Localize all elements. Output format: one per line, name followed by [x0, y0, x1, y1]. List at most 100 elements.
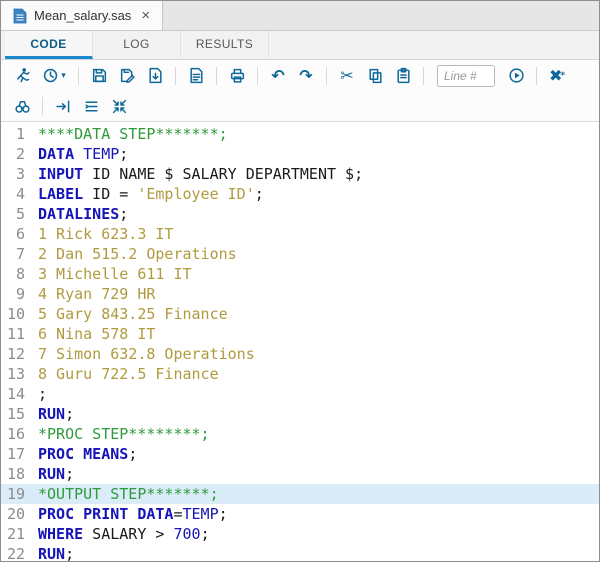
- sas-studio-editor-window: Mean_salary.sas × CODE LOG RESULTS ▾: [0, 0, 600, 562]
- redo-button[interactable]: ↷: [293, 63, 319, 89]
- code-lines: 1****DATA STEP*******;2DATA TEMP;3INPUT …: [1, 124, 599, 561]
- indent-code-button[interactable]: [50, 93, 76, 119]
- collapse-arrows-icon: [111, 98, 128, 115]
- save-as-floppy-pencil-icon: [119, 67, 136, 84]
- line-number: 14: [1, 384, 31, 404]
- code-text: WHERE SALARY > 700;: [31, 524, 210, 544]
- code-line[interactable]: 94 Ryan 729 HR: [1, 284, 599, 304]
- redo-icon: ↷: [299, 66, 312, 85]
- line-number: 12: [1, 344, 31, 364]
- clear-code-button[interactable]: ✖*: [544, 63, 570, 89]
- code-text: PROC PRINT DATA=TEMP;: [31, 504, 228, 524]
- goto-line-input[interactable]: [437, 65, 495, 87]
- undo-button[interactable]: ↶: [265, 63, 291, 89]
- copy-button[interactable]: [362, 63, 388, 89]
- code-line[interactable]: 16*PROC STEP********;: [1, 424, 599, 444]
- code-line[interactable]: 116 Nina 578 IT: [1, 324, 599, 344]
- toolbar-row-1: ▾ ↶ ↷ ✂: [1, 60, 599, 91]
- code-text: *OUTPUT STEP*******;: [31, 484, 219, 504]
- code-text: RUN;: [31, 544, 74, 561]
- line-number: 6: [1, 224, 31, 244]
- save-button[interactable]: [86, 63, 112, 89]
- toolbar-row-2: [1, 91, 599, 122]
- chevron-down-icon: ▾: [61, 70, 66, 81]
- code-line[interactable]: 20PROC PRINT DATA=TEMP;: [1, 504, 599, 524]
- toolbar-divider: [423, 67, 424, 85]
- download-button[interactable]: [142, 63, 168, 89]
- toolbar-divider: [326, 67, 327, 85]
- printer-icon: [229, 67, 246, 84]
- code-line[interactable]: 127 Simon 632.8 Operations: [1, 344, 599, 364]
- indent-arrow-icon: [55, 98, 72, 115]
- code-line[interactable]: 83 Michelle 611 IT: [1, 264, 599, 284]
- toolbar-divider: [175, 67, 176, 85]
- code-text: LABEL ID = 'Employee ID';: [31, 184, 264, 204]
- paste-button[interactable]: [390, 63, 416, 89]
- code-line[interactable]: 4LABEL ID = 'Employee ID';: [1, 184, 599, 204]
- scissors-icon: ✂: [340, 66, 353, 85]
- code-text: 7 Simon 632.8 Operations: [31, 344, 255, 364]
- code-line[interactable]: 14;: [1, 384, 599, 404]
- find-replace-button[interactable]: [9, 93, 35, 119]
- tab-code[interactable]: CODE: [5, 31, 93, 59]
- code-line[interactable]: 5DATALINES;: [1, 204, 599, 224]
- close-icon[interactable]: ×: [141, 8, 150, 23]
- line-number: 4: [1, 184, 31, 204]
- binoculars-icon: [14, 98, 31, 115]
- paste-clipboard-icon: [395, 67, 412, 84]
- code-text: RUN;: [31, 404, 74, 424]
- minimize-view-button[interactable]: [106, 93, 132, 119]
- line-number: 11: [1, 324, 31, 344]
- code-line[interactable]: 2DATA TEMP;: [1, 144, 599, 164]
- code-text: 4 Ryan 729 HR: [31, 284, 155, 304]
- toolbar-divider: [42, 97, 43, 115]
- code-line[interactable]: 1****DATA STEP*******;: [1, 124, 599, 144]
- line-number: 5: [1, 204, 31, 224]
- code-line[interactable]: 21WHERE SALARY > 700;: [1, 524, 599, 544]
- code-line[interactable]: 22RUN;: [1, 544, 599, 561]
- document-tab[interactable]: Mean_salary.sas ×: [1, 1, 163, 30]
- tab-log[interactable]: LOG: [93, 31, 181, 59]
- code-text: ;: [31, 384, 47, 404]
- code-text: INPUT ID NAME $ SALARY DEPARTMENT $;: [31, 164, 363, 184]
- toolbar-divider: [257, 67, 258, 85]
- format-code-button[interactable]: [78, 93, 104, 119]
- code-line[interactable]: 17PROC MEANS;: [1, 444, 599, 464]
- tab-results[interactable]: RESULTS: [181, 31, 269, 59]
- document-tab-title: Mean_salary.sas: [34, 8, 131, 23]
- goto-line-button[interactable]: [503, 63, 529, 89]
- run-button[interactable]: [9, 63, 35, 89]
- line-number: 21: [1, 524, 31, 544]
- code-line[interactable]: 18RUN;: [1, 464, 599, 484]
- program-page-icon: [188, 67, 205, 84]
- print-button[interactable]: [224, 63, 250, 89]
- code-text: DATALINES;: [31, 204, 128, 224]
- code-line[interactable]: 61 Rick 623.3 IT: [1, 224, 599, 244]
- program-summary-button[interactable]: [183, 63, 209, 89]
- code-line[interactable]: 138 Guru 722.5 Finance: [1, 364, 599, 384]
- format-lines-icon: [83, 98, 100, 115]
- submission-history-button[interactable]: ▾: [37, 63, 71, 89]
- code-line[interactable]: 72 Dan 515.2 Operations: [1, 244, 599, 264]
- save-as-button[interactable]: [114, 63, 140, 89]
- view-tab-bar: CODE LOG RESULTS: [1, 31, 599, 60]
- toolbar-divider: [536, 67, 537, 85]
- code-line[interactable]: 3INPUT ID NAME $ SALARY DEPARTMENT $;: [1, 164, 599, 184]
- line-number: 15: [1, 404, 31, 424]
- code-editor[interactable]: 1****DATA STEP*******;2DATA TEMP;3INPUT …: [1, 122, 599, 561]
- line-number: 18: [1, 464, 31, 484]
- code-line[interactable]: 15RUN;: [1, 404, 599, 424]
- line-number: 3: [1, 164, 31, 184]
- undo-icon: ↶: [271, 66, 284, 85]
- toolbar-divider: [78, 67, 79, 85]
- line-number: 2: [1, 144, 31, 164]
- cut-button[interactable]: ✂: [334, 63, 360, 89]
- code-text: ****DATA STEP*******;: [31, 124, 228, 144]
- code-line[interactable]: 19*OUTPUT STEP*******;: [1, 484, 599, 504]
- code-text: PROC MEANS;: [31, 444, 137, 464]
- line-number: 13: [1, 364, 31, 384]
- copy-icon: [367, 67, 384, 84]
- line-number: 22: [1, 544, 31, 561]
- code-line[interactable]: 105 Gary 843.25 Finance: [1, 304, 599, 324]
- line-number: 19: [1, 484, 31, 504]
